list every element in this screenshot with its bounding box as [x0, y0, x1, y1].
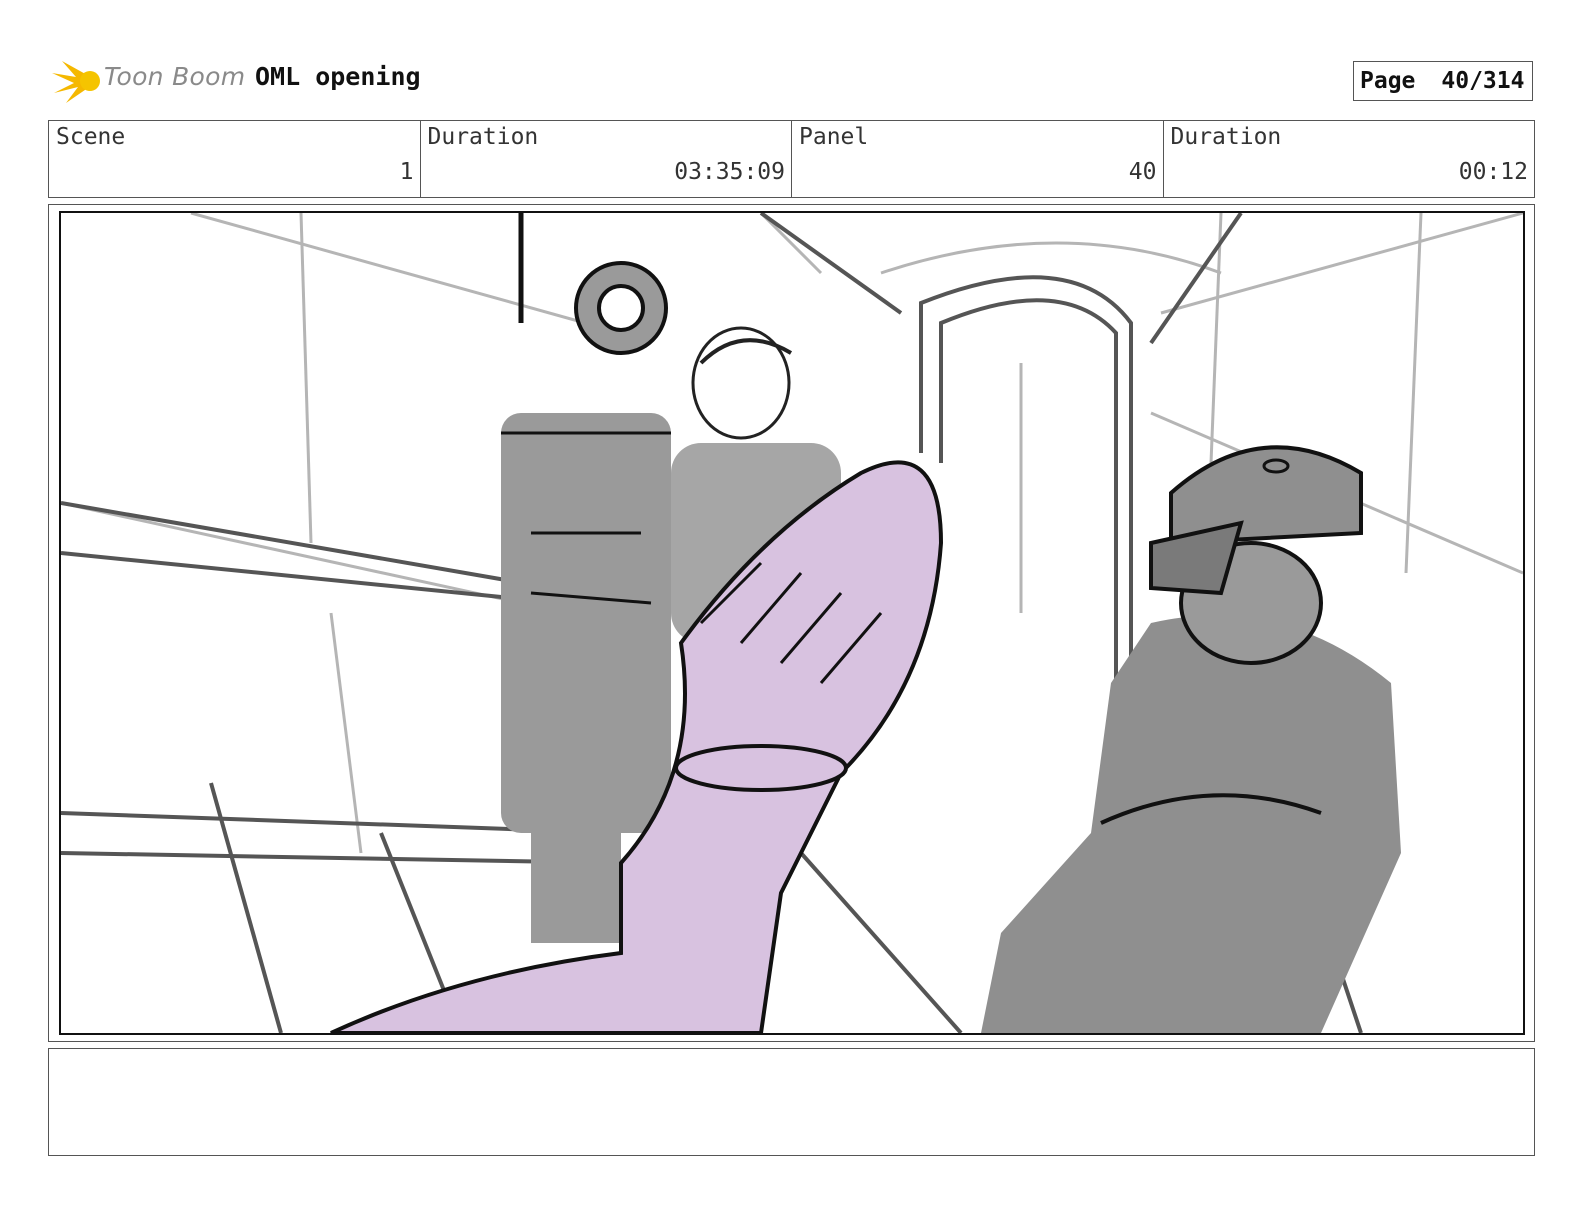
scene-label: Scene	[56, 124, 126, 150]
panel-info-row: Scene 1 Duration 03:35:09 Panel 40 Durat…	[48, 120, 1535, 198]
brand-name: Toon Boom	[104, 62, 246, 91]
sketch-drawing	[61, 213, 1523, 1033]
scene-duration-value: 03:35:09	[674, 159, 785, 185]
panel-notes	[48, 1048, 1535, 1156]
page-value: 40/314	[1441, 68, 1525, 94]
panel-value: 40	[1128, 159, 1157, 185]
scene-cell: Scene 1	[49, 121, 421, 197]
panel-cell: Panel 40	[792, 121, 1164, 197]
panel-label: Panel	[799, 124, 869, 150]
panel-duration-value: 00:12	[1458, 159, 1528, 185]
page-label: Page	[1360, 68, 1416, 94]
panel-duration-label: Duration	[1170, 124, 1282, 150]
panel-duration-cell: Duration 00:12	[1164, 121, 1535, 197]
scene-duration-label: Duration	[427, 124, 539, 150]
burst-logo-icon	[52, 61, 100, 103]
scene-value: 1	[399, 159, 414, 185]
project-title: OML opening	[255, 62, 421, 91]
storyboard-sketch	[59, 211, 1525, 1035]
page-indicator: Page 40/314	[1353, 61, 1533, 101]
scene-duration-cell: Duration 03:35:09	[421, 121, 792, 197]
